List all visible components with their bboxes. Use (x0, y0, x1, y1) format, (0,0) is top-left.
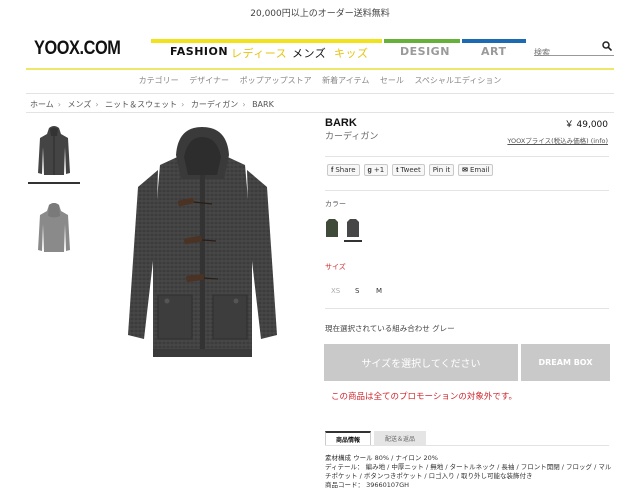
art-color-bar (462, 39, 526, 43)
promotion-exclusion-note: この商品は全てのプロモーションの対象外です。 (331, 392, 517, 402)
divider (325, 308, 609, 309)
thumbnail-back[interactable] (28, 198, 80, 260)
price-info-link[interactable]: YOOXプライス(税込み価格) (info) (507, 135, 608, 145)
size-option-m[interactable]: M (376, 287, 382, 295)
divider (325, 156, 609, 157)
size-label: サイズ (325, 263, 346, 271)
search-icon[interactable] (602, 41, 612, 51)
dream-box-button[interactable]: DREAM BOX (521, 344, 610, 381)
nav-design[interactable]: DESIGN (400, 45, 450, 58)
tab-shipping-returns[interactable]: 配送＆返品 (374, 431, 426, 445)
divider (325, 190, 609, 191)
pin-it-button[interactable]: Pin it (428, 164, 455, 176)
subnav-special-edition[interactable]: スペシャルエディション (414, 76, 501, 85)
fashion-color-bar (151, 39, 382, 43)
search-input[interactable] (534, 48, 596, 57)
yoox-logo[interactable]: YOOX.COM (34, 38, 121, 60)
subnav-popup-store[interactable]: ポップアップストア (240, 76, 312, 85)
color-swatch-green-image (326, 219, 338, 237)
color-label: カラー (325, 200, 346, 208)
size-option-xs[interactable]: XS (331, 287, 340, 295)
color-swatch-gray-image (347, 219, 359, 237)
product-brand[interactable]: BARK (325, 117, 357, 129)
nav-kids[interactable]: キッズ (334, 45, 369, 61)
size-option-s[interactable]: S (355, 287, 359, 295)
tab-divider (325, 445, 609, 446)
chevron-right-icon: › (95, 100, 99, 109)
tweet-button[interactable]: t Tweet (392, 164, 425, 176)
category-subnav: カテゴリー デザイナー ポップアップストア 新着アイテム セール スペシャルエデ… (0, 75, 640, 86)
cardigan-back-thumbnail-image (38, 203, 70, 252)
color-swatch-gray[interactable] (344, 218, 362, 242)
tab-product-info[interactable]: 商品情報 (325, 431, 371, 445)
breadcrumb-knit[interactable]: ニット＆スウェット (105, 100, 177, 109)
cardigan-thumbnail-image (38, 126, 70, 175)
product-code: 商品コード： 39660107GH (325, 481, 410, 489)
product-main-image (128, 127, 277, 357)
email-icon: ✉ (462, 167, 468, 174)
product-price: ￥ 49,000 (564, 120, 608, 130)
product-detail-text: ディテール： 編み地 / 中厚ニット / 無地 / タートルネック / 長袖 /… (325, 463, 612, 480)
design-color-bar (384, 39, 460, 43)
nav-ladies[interactable]: レディース (231, 45, 287, 61)
gplus-label: +1 (373, 166, 385, 174)
subnav-sale[interactable]: セール (380, 76, 404, 85)
email-label: Email (469, 166, 490, 174)
email-button[interactable]: ✉ Email (458, 164, 494, 176)
color-swatch-green[interactable] (323, 218, 341, 242)
product-category: カーディガン (325, 132, 379, 142)
pin-it-label: Pin it (432, 166, 451, 174)
product-composition: 素材構成 ウール 80% / ナイロン 20% (325, 454, 438, 462)
social-share-bar: f Share g +1 t Tweet Pin it ✉ Email (327, 164, 494, 176)
nav-art[interactable]: ART (481, 45, 507, 58)
selected-combination: 現在選択されている組み合わせ グレー (325, 324, 455, 333)
subnav-new-items[interactable]: 新着アイテム (322, 76, 369, 85)
select-size-button[interactable]: サイズを選択してください (324, 344, 518, 381)
twitter-icon: t (396, 166, 399, 174)
nav-fashion[interactable]: FASHION (170, 45, 228, 58)
subnav-designer[interactable]: デザイナー (189, 76, 229, 85)
chevron-right-icon: › (57, 100, 61, 109)
site-header: YOOX.COM FASHION レディース メンズ キッズ DESIGN AR… (26, 30, 614, 70)
breadcrumb-cardigan[interactable]: カーディガン (191, 100, 238, 109)
chevron-right-icon: › (242, 100, 246, 109)
tweet-label: Tweet (400, 166, 421, 174)
facebook-share-button[interactable]: f Share (327, 164, 360, 176)
breadcrumb-current: BARK (252, 100, 274, 109)
thumbnail-front[interactable] (28, 122, 80, 184)
search-box (534, 40, 614, 57)
gplus-button[interactable]: g +1 (363, 164, 389, 176)
facebook-icon: f (331, 166, 334, 174)
gplus-icon: g (367, 166, 372, 174)
promo-banner: 20,000円以上のオーダー送料無料 (250, 9, 390, 19)
breadcrumb-home[interactable]: ホーム (30, 100, 54, 109)
nav-mens[interactable]: メンズ (292, 45, 326, 61)
chevron-right-icon: › (181, 100, 185, 109)
subnav-category[interactable]: カテゴリー (139, 76, 179, 85)
facebook-share-label: Share (335, 166, 356, 174)
breadcrumb-mens[interactable]: メンズ (68, 100, 92, 109)
breadcrumb: ホーム › メンズ › ニット＆スウェット › カーディガン › BARK (26, 93, 614, 113)
